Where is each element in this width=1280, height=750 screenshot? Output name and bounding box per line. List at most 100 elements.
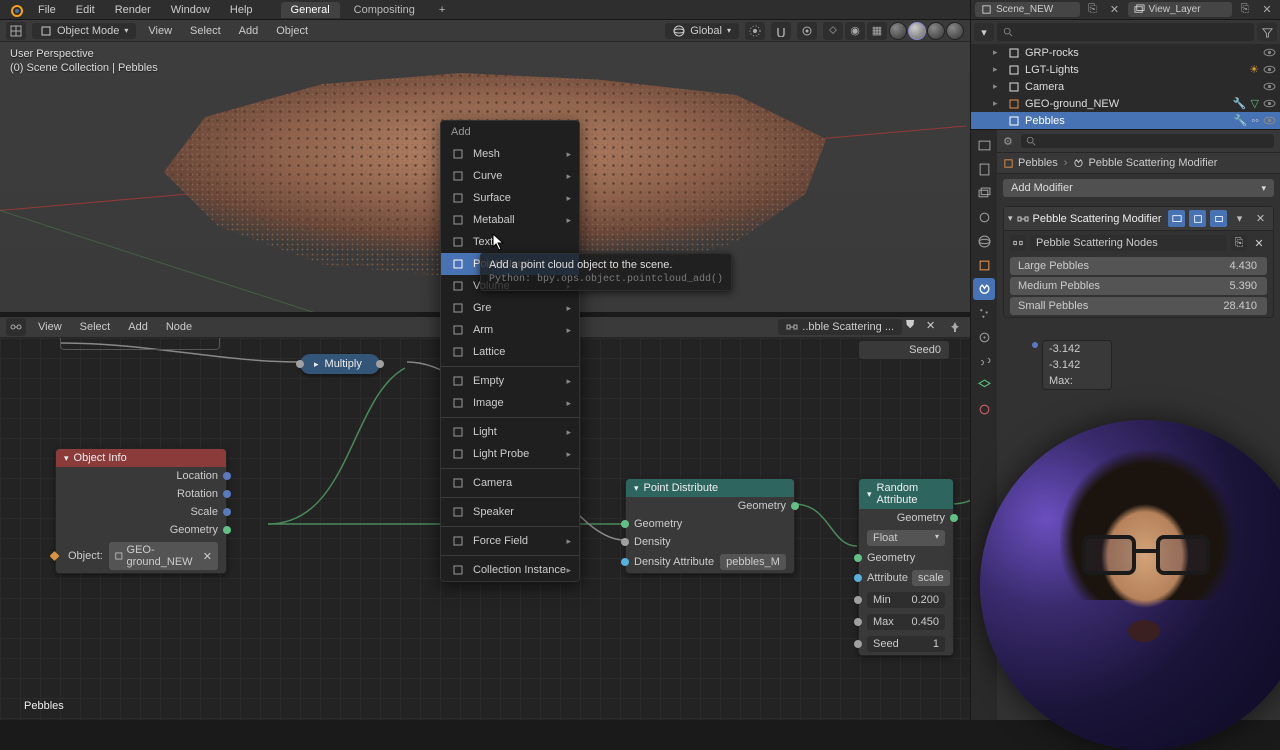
scene-datablock[interactable]: Scene_NEW — [975, 2, 1080, 17]
pin-icon[interactable] — [946, 318, 964, 336]
add-item-lattice[interactable]: Lattice — [441, 341, 579, 363]
proportional-button[interactable] — [797, 22, 817, 40]
add-modifier-button[interactable]: Add Modifier ▾ — [1003, 179, 1274, 197]
pivot-button[interactable] — [745, 22, 765, 40]
menu-edit[interactable]: Edit — [68, 2, 103, 18]
modifier-input-medium-pebbles[interactable]: Medium Pebbles5.390 — [1010, 277, 1267, 295]
add-item-curve[interactable]: Curve▸ — [441, 165, 579, 187]
ne-menu-select[interactable]: Select — [74, 319, 117, 335]
outliner-row-camera[interactable]: ▸Camera — [971, 78, 1280, 95]
breadcrumb-modifier[interactable]: Pebble Scattering Modifier — [1073, 157, 1217, 169]
eye-icon[interactable] — [1263, 63, 1276, 76]
node-multiply[interactable]: ▸ Multiply — [300, 354, 380, 374]
add-item-camera[interactable]: Camera — [441, 472, 579, 494]
tab-render[interactable] — [973, 134, 995, 156]
tab-world[interactable] — [973, 230, 995, 252]
gizmo-toggle[interactable]: ⬦ — [823, 22, 843, 40]
outliner-search[interactable] — [997, 23, 1254, 41]
menu-file[interactable]: File — [30, 2, 64, 18]
tab-modifiers[interactable] — [973, 278, 995, 300]
tab-physics[interactable] — [973, 326, 995, 348]
tab-material[interactable] — [973, 398, 995, 420]
node-header[interactable]: ▾Point Distribute — [626, 479, 794, 497]
tab-constraints[interactable] — [973, 350, 995, 372]
add-item-collection-instance[interactable]: Collection Instance▸ — [441, 559, 579, 581]
node-header[interactable]: ▾Random Attribute — [859, 479, 953, 509]
add-item-light[interactable]: Light▸ — [441, 421, 579, 443]
menu-render[interactable]: Render — [107, 2, 159, 18]
snap-button[interactable] — [771, 22, 791, 40]
eye-icon[interactable] — [1263, 97, 1276, 110]
shading-solid[interactable] — [908, 22, 926, 40]
xray-toggle[interactable]: ▦ — [867, 22, 887, 40]
eye-icon[interactable] — [1263, 80, 1276, 93]
add-item-force-field[interactable]: Force Field▸ — [441, 530, 579, 552]
workspace-tab-compositing[interactable]: Compositing — [344, 2, 425, 18]
overlay-toggle[interactable]: ◉ — [845, 22, 865, 40]
vp-menu-select[interactable]: Select — [184, 23, 227, 39]
menu-window[interactable]: Window — [163, 2, 218, 18]
filter-icon[interactable] — [1257, 23, 1277, 41]
shield-icon[interactable]: ⛊ — [906, 319, 922, 335]
object-picker-field[interactable]: GEO-ground_NEW ✕ — [109, 542, 218, 570]
new-scene-icon[interactable]: ⎘ — [1084, 2, 1102, 18]
breadcrumb-object[interactable]: Pebbles — [1003, 157, 1058, 169]
add-item-surface[interactable]: Surface▸ — [441, 187, 579, 209]
menu-help[interactable]: Help — [222, 2, 261, 18]
ne-menu-view[interactable]: View — [32, 319, 68, 335]
workspace-tab-general[interactable]: General — [281, 2, 340, 18]
vp-menu-view[interactable]: View — [142, 23, 178, 39]
disclosure-icon[interactable]: ▸ — [993, 47, 1003, 58]
modifier-show-viewport[interactable] — [1168, 210, 1185, 227]
workspace-tab-add[interactable]: + — [429, 2, 455, 18]
add-item-mesh[interactable]: Mesh▸ — [441, 143, 579, 165]
vp-menu-object[interactable]: Object — [270, 23, 314, 39]
tab-output[interactable] — [973, 158, 995, 180]
outliner-row-grp-rocks[interactable]: ▸GRP-rocks — [971, 44, 1280, 61]
new-icon[interactable]: ⎘ — [1231, 235, 1247, 251]
ne-menu-add[interactable]: Add — [122, 319, 154, 335]
object-mode-select[interactable]: Object Mode ▾ — [32, 23, 136, 39]
node-frame-empty[interactable] — [60, 338, 220, 350]
datatype-select[interactable]: Float▾ — [867, 530, 945, 546]
nodetree-browse[interactable] — [1010, 235, 1026, 251]
add-item-light-probe[interactable]: Light Probe▸ — [441, 443, 579, 465]
modifier-show-editmode[interactable] — [1189, 210, 1206, 227]
new-layer-icon[interactable]: ⎘ — [1236, 2, 1254, 18]
editor-type-button[interactable] — [6, 318, 26, 336]
eye-icon[interactable] — [1263, 46, 1276, 59]
modifier-show-render[interactable] — [1210, 210, 1227, 227]
disclosure-icon[interactable]: ▸ — [993, 98, 1003, 109]
transform-orientation[interactable]: Global ▾ — [665, 23, 739, 39]
tab-object[interactable] — [973, 254, 995, 276]
add-item-gre[interactable]: Gre▸ — [441, 297, 579, 319]
close-icon[interactable]: ✕ — [203, 550, 212, 563]
node-random-attribute[interactable]: ▾Random Attribute Geometry Float▾ Geomet… — [858, 478, 954, 656]
node-seed-fragment[interactable]: Seed0 — [858, 340, 950, 360]
density-attr-field[interactable]: pebbles_M — [720, 554, 786, 570]
add-item-image[interactable]: Image▸ — [441, 392, 579, 414]
tab-data[interactable] — [973, 374, 995, 396]
outliner-row-lgt-lights[interactable]: ▸LGT-Lights☀ — [971, 61, 1280, 78]
tab-viewlayer[interactable] — [973, 182, 995, 204]
add-item-metaball[interactable]: Metaball▸ — [441, 209, 579, 231]
close-icon[interactable]: ✕ — [1106, 2, 1124, 18]
outliner-row-geo-ground-new[interactable]: ▸GEO-ground_NEW🔧▽ — [971, 95, 1280, 112]
add-item-text[interactable]: Text — [441, 231, 579, 253]
outliner-display-mode[interactable]: ▾ — [974, 23, 994, 41]
close-icon[interactable]: ✕ — [926, 319, 942, 335]
modifier-input-small-pebbles[interactable]: Small Pebbles28.410 — [1010, 297, 1267, 315]
add-item-arm[interactable]: Arm▸ — [441, 319, 579, 341]
node-header[interactable]: ▾Object Info — [56, 449, 226, 467]
options-icon[interactable]: ⚙ — [1003, 135, 1013, 148]
add-item-speaker[interactable]: Speaker — [441, 501, 579, 523]
shading-matprev[interactable] — [927, 22, 945, 40]
outliner-row-pebbles[interactable]: Pebbles🔧◦◦ — [971, 112, 1280, 129]
modifier-header[interactable]: ▾ Pebble Scattering Modifier ▾ ✕ — [1004, 207, 1273, 231]
close-icon[interactable]: ✕ — [1252, 210, 1269, 227]
editor-type-button[interactable] — [6, 22, 26, 40]
viewlayer-datablock[interactable]: View_Layer — [1128, 2, 1233, 17]
modifier-input-large-pebbles[interactable]: Large Pebbles4.430 — [1010, 257, 1267, 275]
node-object-info[interactable]: ▾Object Info Location Rotation Scale Geo… — [55, 448, 227, 574]
eye-icon[interactable] — [1263, 114, 1276, 127]
